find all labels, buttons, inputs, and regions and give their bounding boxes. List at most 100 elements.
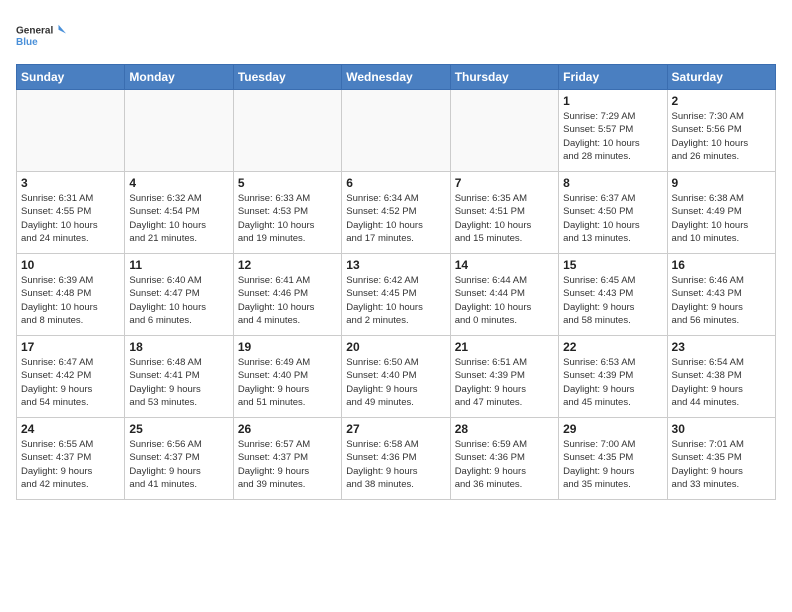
weekday-header-monday: Monday bbox=[125, 65, 233, 90]
day-number: 27 bbox=[346, 422, 445, 436]
calendar-cell: 24 Sunrise: 6:55 AM Sunset: 4:37 PM Dayli… bbox=[17, 418, 125, 500]
day-number: 12 bbox=[238, 258, 337, 272]
weekday-header-saturday: Saturday bbox=[667, 65, 775, 90]
day-info: Sunrise: 6:57 AM Sunset: 4:37 PM Dayligh… bbox=[238, 438, 337, 491]
day-info: Sunrise: 6:31 AM Sunset: 4:55 PM Dayligh… bbox=[21, 192, 120, 245]
weekday-header-thursday: Thursday bbox=[450, 65, 558, 90]
calendar-cell: 4 Sunrise: 6:32 AM Sunset: 4:54 PM Daylig… bbox=[125, 172, 233, 254]
calendar-cell: 1 Sunrise: 7:29 AM Sunset: 5:57 PM Daylig… bbox=[559, 90, 667, 172]
calendar-cell: 28 Sunrise: 6:59 AM Sunset: 4:36 PM Dayli… bbox=[450, 418, 558, 500]
calendar-cell bbox=[342, 90, 450, 172]
svg-text:Blue: Blue bbox=[16, 37, 38, 48]
day-info: Sunrise: 6:32 AM Sunset: 4:54 PM Dayligh… bbox=[129, 192, 228, 245]
day-number: 8 bbox=[563, 176, 662, 190]
day-info: Sunrise: 6:44 AM Sunset: 4:44 PM Dayligh… bbox=[455, 274, 554, 327]
calendar-cell: 25Sunrise: 6:56 AM Sunset: 4:37 PM Dayli… bbox=[125, 418, 233, 500]
day-number: 2 bbox=[672, 94, 771, 108]
calendar-cell: 26 Sunrise: 6:57 AM Sunset: 4:37 PM Dayli… bbox=[233, 418, 341, 500]
day-number: 26 bbox=[238, 422, 337, 436]
day-info: Sunrise: 6:59 AM Sunset: 4:36 PM Dayligh… bbox=[455, 438, 554, 491]
day-number: 19 bbox=[238, 340, 337, 354]
day-info: Sunrise: 7:29 AM Sunset: 5:57 PM Dayligh… bbox=[563, 110, 662, 163]
day-number: 18 bbox=[129, 340, 228, 354]
calendar-cell: 8 Sunrise: 6:37 AM Sunset: 4:50 PM Daylig… bbox=[559, 172, 667, 254]
calendar-cell: 19 Sunrise: 6:49 AM Sunset: 4:40 PM Dayli… bbox=[233, 336, 341, 418]
day-info: Sunrise: 6:53 AM Sunset: 4:39 PM Dayligh… bbox=[563, 356, 662, 409]
day-number: 13 bbox=[346, 258, 445, 272]
calendar: SundayMondayTuesdayWednesdayThursdayFrid… bbox=[16, 64, 776, 500]
calendar-cell: 9 Sunrise: 6:38 AM Sunset: 4:49 PM Daylig… bbox=[667, 172, 775, 254]
calendar-cell: 3 Sunrise: 6:31 AM Sunset: 4:55 PM Daylig… bbox=[17, 172, 125, 254]
calendar-cell: 2 Sunrise: 7:30 AM Sunset: 5:56 PM Daylig… bbox=[667, 90, 775, 172]
calendar-cell: 20 Sunrise: 6:50 AM Sunset: 4:40 PM Dayli… bbox=[342, 336, 450, 418]
calendar-cell: 13 Sunrise: 6:42 AM Sunset: 4:45 PM Dayli… bbox=[342, 254, 450, 336]
day-number: 28 bbox=[455, 422, 554, 436]
day-info: Sunrise: 6:58 AM Sunset: 4:36 PM Dayligh… bbox=[346, 438, 445, 491]
calendar-cell: 14 Sunrise: 6:44 AM Sunset: 4:44 PM Dayli… bbox=[450, 254, 558, 336]
day-info: Sunrise: 6:42 AM Sunset: 4:45 PM Dayligh… bbox=[346, 274, 445, 327]
calendar-cell: 16 Sunrise: 6:46 AM Sunset: 4:43 PM Dayli… bbox=[667, 254, 775, 336]
calendar-cell: 23 Sunrise: 6:54 AM Sunset: 4:38 PM Dayli… bbox=[667, 336, 775, 418]
calendar-cell: 11 Sunrise: 6:40 AM Sunset: 4:47 PM Dayli… bbox=[125, 254, 233, 336]
calendar-cell: 30Sunrise: 7:01 AM Sunset: 4:35 PM Dayli… bbox=[667, 418, 775, 500]
header: General Blue bbox=[16, 16, 776, 56]
day-number: 14 bbox=[455, 258, 554, 272]
logo: General Blue bbox=[16, 16, 66, 56]
day-number: 11 bbox=[129, 258, 228, 272]
calendar-cell bbox=[233, 90, 341, 172]
calendar-cell: 29 Sunrise: 7:00 AM Sunset: 4:35 PM Dayli… bbox=[559, 418, 667, 500]
weekday-header-sunday: Sunday bbox=[17, 65, 125, 90]
day-number: 7 bbox=[455, 176, 554, 190]
day-info: Sunrise: 6:33 AM Sunset: 4:53 PM Dayligh… bbox=[238, 192, 337, 245]
day-number: 22 bbox=[563, 340, 662, 354]
day-info: Sunrise: 6:54 AM Sunset: 4:38 PM Dayligh… bbox=[672, 356, 771, 409]
day-info: Sunrise: 6:48 AM Sunset: 4:41 PM Dayligh… bbox=[129, 356, 228, 409]
day-number: 10 bbox=[21, 258, 120, 272]
calendar-cell bbox=[125, 90, 233, 172]
calendar-cell: 21 Sunrise: 6:51 AM Sunset: 4:39 PM Dayli… bbox=[450, 336, 558, 418]
day-info: Sunrise: 6:51 AM Sunset: 4:39 PM Dayligh… bbox=[455, 356, 554, 409]
day-number: 3 bbox=[21, 176, 120, 190]
day-info: Sunrise: 6:38 AM Sunset: 4:49 PM Dayligh… bbox=[672, 192, 771, 245]
day-info: Sunrise: 6:45 AM Sunset: 4:43 PM Dayligh… bbox=[563, 274, 662, 327]
calendar-cell: 5 Sunrise: 6:33 AM Sunset: 4:53 PM Daylig… bbox=[233, 172, 341, 254]
day-number: 29 bbox=[563, 422, 662, 436]
day-number: 9 bbox=[672, 176, 771, 190]
calendar-cell: 18 Sunrise: 6:48 AM Sunset: 4:41 PM Dayli… bbox=[125, 336, 233, 418]
day-info: Sunrise: 6:46 AM Sunset: 4:43 PM Dayligh… bbox=[672, 274, 771, 327]
calendar-cell: 12 Sunrise: 6:41 AM Sunset: 4:46 PM Dayli… bbox=[233, 254, 341, 336]
day-info: Sunrise: 6:35 AM Sunset: 4:51 PM Dayligh… bbox=[455, 192, 554, 245]
calendar-cell: 15Sunrise: 6:45 AM Sunset: 4:43 PM Dayli… bbox=[559, 254, 667, 336]
weekday-header-wednesday: Wednesday bbox=[342, 65, 450, 90]
day-info: Sunrise: 7:30 AM Sunset: 5:56 PM Dayligh… bbox=[672, 110, 771, 163]
calendar-cell: 17Sunrise: 6:47 AM Sunset: 4:42 PM Dayli… bbox=[17, 336, 125, 418]
day-number: 23 bbox=[672, 340, 771, 354]
calendar-cell: 27 Sunrise: 6:58 AM Sunset: 4:36 PM Dayli… bbox=[342, 418, 450, 500]
calendar-cell: 7 Sunrise: 6:35 AM Sunset: 4:51 PM Daylig… bbox=[450, 172, 558, 254]
day-info: Sunrise: 6:39 AM Sunset: 4:48 PM Dayligh… bbox=[21, 274, 120, 327]
day-info: Sunrise: 6:47 AM Sunset: 4:42 PM Dayligh… bbox=[21, 356, 120, 409]
day-info: Sunrise: 6:49 AM Sunset: 4:40 PM Dayligh… bbox=[238, 356, 337, 409]
day-info: Sunrise: 6:55 AM Sunset: 4:37 PM Dayligh… bbox=[21, 438, 120, 491]
calendar-cell bbox=[450, 90, 558, 172]
day-number: 4 bbox=[129, 176, 228, 190]
day-info: Sunrise: 6:37 AM Sunset: 4:50 PM Dayligh… bbox=[563, 192, 662, 245]
day-number: 5 bbox=[238, 176, 337, 190]
calendar-cell: 10 Sunrise: 6:39 AM Sunset: 4:48 PM Dayli… bbox=[17, 254, 125, 336]
day-number: 16 bbox=[672, 258, 771, 272]
day-info: Sunrise: 6:56 AM Sunset: 4:37 PM Dayligh… bbox=[129, 438, 228, 491]
day-number: 30 bbox=[672, 422, 771, 436]
day-info: Sunrise: 7:00 AM Sunset: 4:35 PM Dayligh… bbox=[563, 438, 662, 491]
day-info: Sunrise: 6:40 AM Sunset: 4:47 PM Dayligh… bbox=[129, 274, 228, 327]
day-number: 20 bbox=[346, 340, 445, 354]
weekday-header-tuesday: Tuesday bbox=[233, 65, 341, 90]
day-number: 21 bbox=[455, 340, 554, 354]
calendar-cell: 6Sunrise: 6:34 AM Sunset: 4:52 PM Daylig… bbox=[342, 172, 450, 254]
day-info: Sunrise: 6:41 AM Sunset: 4:46 PM Dayligh… bbox=[238, 274, 337, 327]
day-number: 24 bbox=[21, 422, 120, 436]
day-info: Sunrise: 6:34 AM Sunset: 4:52 PM Dayligh… bbox=[346, 192, 445, 245]
day-info: Sunrise: 6:50 AM Sunset: 4:40 PM Dayligh… bbox=[346, 356, 445, 409]
svg-text:General: General bbox=[16, 26, 53, 37]
calendar-cell: 22 Sunrise: 6:53 AM Sunset: 4:39 PM Dayli… bbox=[559, 336, 667, 418]
day-number: 1 bbox=[563, 94, 662, 108]
